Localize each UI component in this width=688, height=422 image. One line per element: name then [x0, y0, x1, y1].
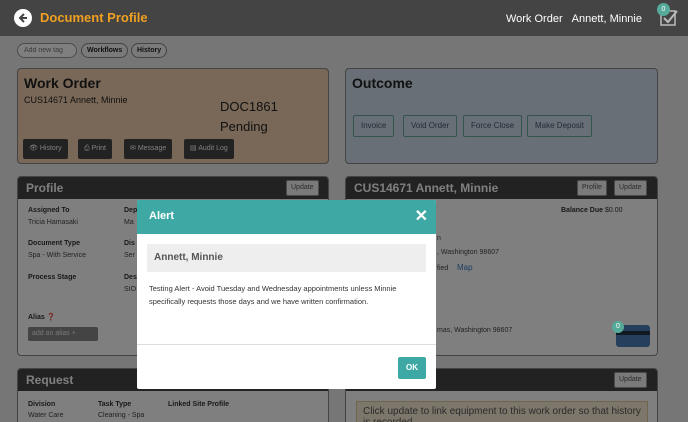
alert-customer-name: Annett, Minnie	[147, 244, 426, 272]
top-bar: Document Profile Work Order Annett, Minn…	[0, 0, 688, 36]
header-context: Work Order Annett, Minnie	[500, 13, 642, 25]
close-icon[interactable]: ✕	[415, 206, 428, 226]
task-count-badge: 0	[657, 3, 670, 16]
alert-title: Alert	[149, 210, 175, 222]
alert-divider	[137, 344, 436, 345]
header-user-name[interactable]: Annett, Minnie	[572, 13, 642, 25]
alert-message: Testing Alert - Avoid Tuesday and Wednes…	[149, 284, 397, 306]
alert-dialog: Alert ✕ Annett, Minnie Testing Alert - A…	[137, 200, 436, 389]
ok-button[interactable]: OK	[398, 357, 426, 379]
work-order-label: Work Order	[505, 13, 563, 25]
back-arrow-icon[interactable]	[14, 9, 32, 27]
page-title: Document Profile	[40, 10, 148, 25]
card-count-badge: 0	[612, 321, 624, 333]
alert-header: Alert ✕	[137, 200, 436, 234]
